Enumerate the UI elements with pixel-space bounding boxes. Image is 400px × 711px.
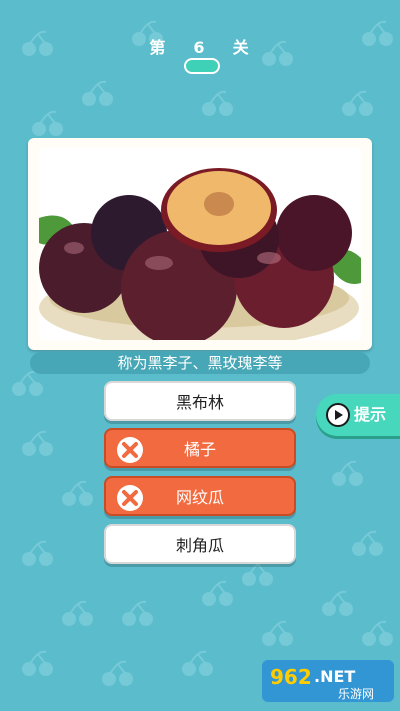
level-number: 6 <box>193 38 207 57</box>
wrong-x-icon <box>117 437 143 463</box>
answer-label: 网纹瓜 <box>175 488 224 507</box>
answer-label: 黑布林 <box>175 393 224 412</box>
answer-option-3[interactable]: 网纹瓜 <box>104 476 296 516</box>
answer-label: 橘子 <box>183 440 216 459</box>
answer-option-4[interactable]: 刺角瓜 <box>104 524 296 564</box>
site-watermark-logo: 962 .NET 乐游网 <box>262 660 394 702</box>
level-indicator: 第 6 关 <box>0 34 400 58</box>
svg-text:962: 962 <box>270 665 312 689</box>
level-suffix: 关 <box>232 38 251 57</box>
wrong-x-icon <box>117 485 143 511</box>
level-prefix: 第 <box>149 38 168 57</box>
question-photo-frame <box>28 138 372 350</box>
answer-option-1[interactable]: 黑布林 <box>104 381 296 421</box>
svg-text:乐游网: 乐游网 <box>338 687 374 701</box>
answer-label: 刺角瓜 <box>175 536 224 555</box>
hint-label: 提示 <box>354 405 387 424</box>
play-icon <box>326 403 350 427</box>
hint-button[interactable]: 提示 <box>316 394 400 436</box>
plum-photo <box>39 148 361 340</box>
svg-text:.NET: .NET <box>314 667 355 686</box>
answer-option-2[interactable]: 橘子 <box>104 428 296 468</box>
question-caption: 称为黑李子、黑玫瑰李等 <box>30 352 370 374</box>
level-progress-pill <box>184 58 220 74</box>
